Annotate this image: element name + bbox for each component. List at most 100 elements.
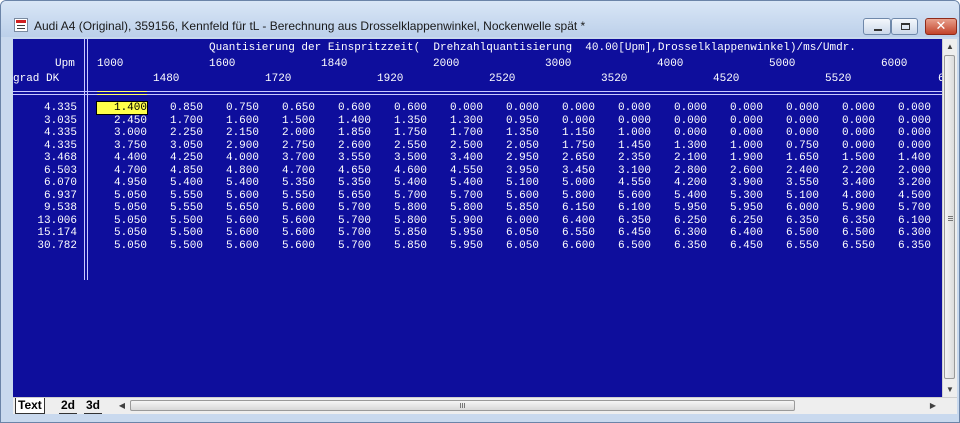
map-cell[interactable]: 0.650 xyxy=(265,102,315,114)
map-cell[interactable]: 4.200 xyxy=(657,177,707,189)
map-cell[interactable]: 6.250 xyxy=(713,215,763,227)
map-cell[interactable]: 2.200 xyxy=(825,165,875,177)
map-cell[interactable]: 4.800 xyxy=(825,190,875,202)
map-cell[interactable]: 3.950 xyxy=(489,165,539,177)
map-cell[interactable]: 2.750 xyxy=(265,140,315,152)
map-cell[interactable]: 4.550 xyxy=(433,165,483,177)
map-cell[interactable]: 6.050 xyxy=(489,227,539,239)
map-cell[interactable]: 3.550 xyxy=(769,177,819,189)
map-cell[interactable]: 5.400 xyxy=(657,190,707,202)
map-cell[interactable]: 5.100 xyxy=(489,177,539,189)
map-cell[interactable]: 0.600 xyxy=(377,102,427,114)
map-cell[interactable]: 6.500 xyxy=(601,240,651,252)
map-cell[interactable]: 5.400 xyxy=(433,177,483,189)
map-cell[interactable]: 1.750 xyxy=(545,140,595,152)
map-cell[interactable]: 1.750 xyxy=(377,127,427,139)
map-cell[interactable]: 3.700 xyxy=(265,152,315,164)
document-table-icon[interactable] xyxy=(14,18,28,32)
map-cell[interactable]: 6.550 xyxy=(825,240,875,252)
map-cell[interactable]: 5.000 xyxy=(545,177,595,189)
map-cell[interactable]: 2.350 xyxy=(601,152,651,164)
map-cell[interactable]: 4.800 xyxy=(209,165,259,177)
map-cell[interactable]: 4.550 xyxy=(601,177,651,189)
map-cell[interactable]: 3.050 xyxy=(153,140,203,152)
map-cell[interactable]: 5.950 xyxy=(657,202,707,214)
map-cell[interactable]: 5.700 xyxy=(321,240,371,252)
map-cell[interactable]: 6.600 xyxy=(545,240,595,252)
map-cell[interactable]: 3.550 xyxy=(321,152,371,164)
map-cell[interactable]: 5.400 xyxy=(153,177,203,189)
map-cell[interactable]: 1.700 xyxy=(433,127,483,139)
map-cell[interactable]: 0.000 xyxy=(489,102,539,114)
map-cell[interactable]: 5.400 xyxy=(209,177,259,189)
map-cell[interactable]: 0.000 xyxy=(545,102,595,114)
map-cell[interactable]: 2.150 xyxy=(209,127,259,139)
map-cell[interactable]: 4.000 xyxy=(209,152,259,164)
map-cell[interactable]: 2.000 xyxy=(265,127,315,139)
map-cell[interactable]: 1.150 xyxy=(545,127,595,139)
map-cell[interactable]: 6.250 xyxy=(657,215,707,227)
map-cell[interactable]: 5.600 xyxy=(265,202,315,214)
map-cell[interactable]: 5.600 xyxy=(265,227,315,239)
map-cell[interactable]: 5.700 xyxy=(321,215,371,227)
map-cell[interactable]: 5.600 xyxy=(209,190,259,202)
map-cell[interactable]: 5.550 xyxy=(265,190,315,202)
map-cell[interactable]: 4.600 xyxy=(377,165,427,177)
map-cell[interactable]: 5.600 xyxy=(489,190,539,202)
map-cell[interactable]: 5.050 xyxy=(97,227,147,239)
map-cell[interactable]: 0.850 xyxy=(153,102,203,114)
map-cell[interactable]: 5.950 xyxy=(433,227,483,239)
map-cell[interactable]: 3.900 xyxy=(713,177,763,189)
map-cell[interactable]: 4.700 xyxy=(265,165,315,177)
map-cell[interactable]: 6.300 xyxy=(657,227,707,239)
map-cell[interactable]: 0.000 xyxy=(769,102,819,114)
map-cell[interactable]: 0.000 xyxy=(825,115,875,127)
map-cell[interactable]: 2.800 xyxy=(657,165,707,177)
scroll-left-icon[interactable]: ◀ xyxy=(115,398,129,413)
map-cell[interactable]: 5.350 xyxy=(321,177,371,189)
map-cell[interactable]: 5.600 xyxy=(265,240,315,252)
map-cell[interactable]: 5.550 xyxy=(153,202,203,214)
map-cell[interactable]: 2.050 xyxy=(489,140,539,152)
map-cell[interactable]: 5.700 xyxy=(881,202,931,214)
map-cell[interactable]: 3.400 xyxy=(433,152,483,164)
map-cell[interactable]: 0.000 xyxy=(769,115,819,127)
map-cell[interactable]: 1.350 xyxy=(489,127,539,139)
map-cell[interactable]: 5.600 xyxy=(209,227,259,239)
horizontal-scroll-thumb[interactable] xyxy=(130,400,795,411)
map-cell[interactable]: 5.800 xyxy=(377,215,427,227)
map-cell[interactable]: 5.800 xyxy=(433,202,483,214)
map-cell[interactable]: 0.000 xyxy=(601,102,651,114)
map-cell[interactable]: 2.400 xyxy=(769,165,819,177)
map-cell[interactable]: 4.650 xyxy=(321,165,371,177)
map-cell[interactable]: 3.100 xyxy=(601,165,651,177)
map-cell[interactable]: 5.350 xyxy=(265,177,315,189)
map-cell[interactable]: 0.000 xyxy=(825,127,875,139)
map-cell[interactable]: 0.000 xyxy=(545,115,595,127)
map-cell[interactable]: 6.450 xyxy=(601,227,651,239)
map-cell[interactable]: 1.000 xyxy=(601,127,651,139)
map-cell[interactable]: 6.500 xyxy=(825,227,875,239)
map-cell[interactable]: 2.500 xyxy=(433,140,483,152)
map-cell[interactable]: 2.650 xyxy=(545,152,595,164)
map-cell[interactable]: 3.000 xyxy=(97,127,147,139)
tab-text[interactable]: Text xyxy=(15,398,45,414)
vertical-scrollbar[interactable]: ▲ ▼ xyxy=(942,39,957,397)
map-cell[interactable]: 0.000 xyxy=(825,102,875,114)
map-cell[interactable]: 1.400 xyxy=(321,115,371,127)
map-cell[interactable]: 0.000 xyxy=(713,102,763,114)
map-cell[interactable]: 4.250 xyxy=(153,152,203,164)
map-cell[interactable]: 3.750 xyxy=(97,140,147,152)
minimize-button[interactable] xyxy=(863,18,891,35)
map-cell[interactable]: 5.400 xyxy=(377,177,427,189)
map-cell[interactable]: 1.450 xyxy=(601,140,651,152)
map-cell[interactable]: 1.350 xyxy=(377,115,427,127)
map-cell[interactable]: 0.000 xyxy=(881,115,931,127)
map-cell[interactable]: 1.600 xyxy=(209,115,259,127)
map-cell[interactable]: 5.700 xyxy=(377,190,427,202)
map-cell[interactable]: 1.000 xyxy=(713,140,763,152)
map-cell[interactable]: 2.450 xyxy=(97,115,147,127)
map-cell[interactable]: 5.050 xyxy=(97,215,147,227)
map-cell[interactable]: 5.500 xyxy=(153,227,203,239)
tab-2d[interactable]: 2d xyxy=(59,398,78,414)
